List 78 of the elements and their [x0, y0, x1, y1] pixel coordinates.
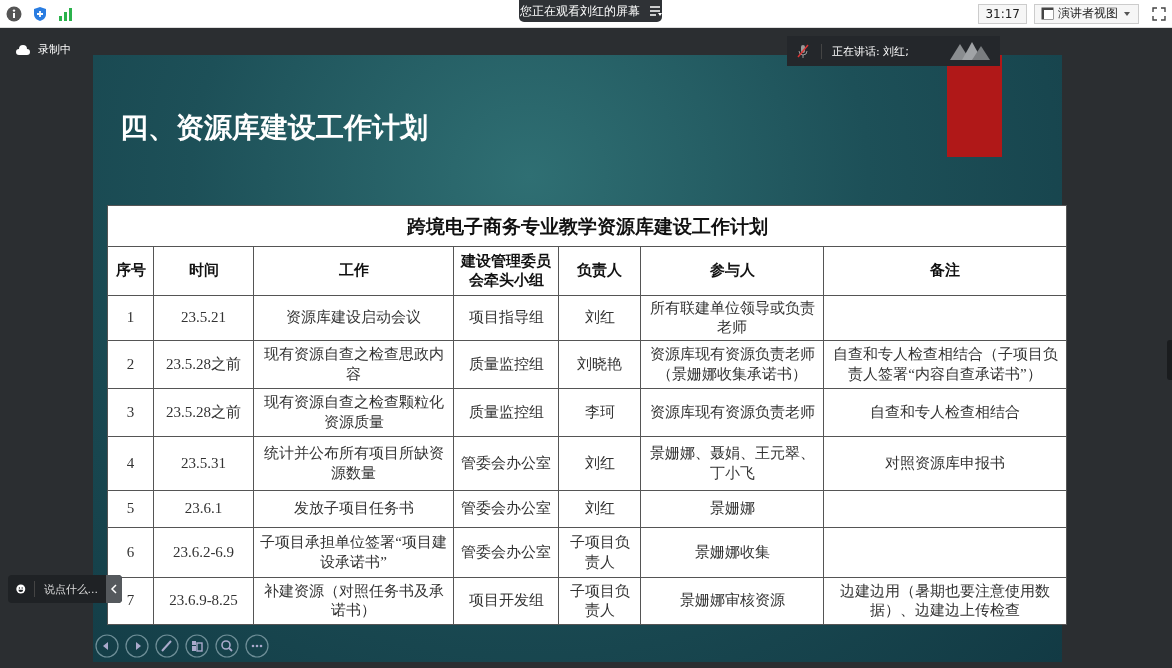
- table-cell: 1: [107, 295, 154, 341]
- table-cell: 项目开发组: [453, 577, 559, 625]
- timer: 31:17: [978, 3, 1027, 24]
- table-cell: 边建边用（暑期也要注意使用数据）、边建边上传检查: [823, 577, 1067, 625]
- muted-microphone-icon: [797, 44, 809, 58]
- speaking-label: 正在讲话: 刘红;: [821, 43, 909, 59]
- table-cell: 23.5.21: [153, 295, 254, 341]
- table-cell: 现有资源自查之检查颗粒化资源质量: [253, 388, 454, 437]
- column-header: 建设管理委员会牵头小组: [453, 246, 559, 296]
- table-cell: 资源库现有资源负责老师（景姗娜收集承诺书）: [640, 340, 824, 389]
- column-header: 工作: [253, 246, 454, 296]
- more-icon[interactable]: [245, 634, 269, 658]
- table-cell: 自查和专人检查相结合（子项目负责人签署“内容自查承诺书”）: [823, 340, 1067, 389]
- fullscreen-icon[interactable]: [1152, 6, 1166, 21]
- table-cell: 景姗娜、聂娟、王元翠、丁小飞: [640, 436, 824, 491]
- table-cell: 项目指导组: [453, 295, 559, 341]
- table-cell: 统计并公布所有项目所缺资源数量: [253, 436, 454, 491]
- table-cell: 23.6.9-8.25: [153, 577, 254, 625]
- table-cell: 所有联建单位领导或负责老师: [640, 295, 824, 341]
- column-header: 参与人: [640, 246, 824, 296]
- smiley-icon[interactable]: [16, 582, 26, 596]
- column-header: 时间: [153, 246, 254, 296]
- table-cell: 李珂: [558, 388, 641, 437]
- table-cell: 23.5.28之前: [153, 340, 254, 389]
- previous-icon[interactable]: [95, 634, 119, 658]
- table-cell: 补建资源（对照任务书及承诺书）: [253, 577, 454, 625]
- table-cell: 刘红: [558, 295, 641, 341]
- presenter-view-button[interactable]: 演讲者视图: [1034, 3, 1139, 24]
- table-cell: 自查和专人检查相结合: [823, 388, 1067, 437]
- column-header: 序号: [107, 246, 154, 296]
- caret-icon: [1122, 9, 1132, 18]
- pen-icon[interactable]: [155, 634, 179, 658]
- table-cell: 发放子项目任务书: [253, 490, 454, 528]
- slide-title: 四、资源库建设工作计划: [120, 111, 428, 144]
- table-cell: 现有资源自查之检查思政内容: [253, 340, 454, 389]
- table-cell: 刘红: [558, 490, 641, 528]
- chat-input-field[interactable]: 说点什么...: [33, 581, 106, 597]
- table-cell: 3: [107, 388, 154, 437]
- menu-icon[interactable]: [649, 6, 662, 16]
- info-icon[interactable]: [6, 5, 22, 22]
- table-cell: 景姗娜审核资源: [640, 577, 824, 625]
- table-cell: 景姗娜: [640, 490, 824, 528]
- table-cell: 子项目负责人: [558, 577, 641, 625]
- table-cell: 资源库现有资源负责老师: [640, 388, 824, 437]
- table-cell: 23.5.31: [153, 436, 254, 491]
- column-header: 负责人: [558, 246, 641, 296]
- table-cell: 质量监控组: [453, 340, 559, 389]
- cloud-icon: [16, 44, 30, 55]
- chevron-left-icon: [109, 584, 118, 594]
- table-cell: 管委会办公室: [453, 527, 559, 578]
- table-cell: 5: [107, 490, 154, 528]
- table-caption: 跨境电子商务专业教学资源库建设工作计划: [107, 205, 1067, 247]
- zoom-icon[interactable]: [215, 634, 239, 658]
- table-cell: 23.5.28之前: [153, 388, 254, 437]
- table-cell: 4: [107, 436, 154, 491]
- layout-icon: [1041, 7, 1054, 20]
- table-cell: 子项目承担单位签署“项目建设承诺书”: [253, 527, 454, 578]
- table-cell: 2: [107, 340, 154, 389]
- table-cell: 对照资源库申报书: [823, 436, 1067, 491]
- table-cell: 管委会办公室: [453, 436, 559, 491]
- layout-icon[interactable]: [185, 634, 209, 658]
- table-cell: 刘红: [558, 436, 641, 491]
- collapse-button[interactable]: [105, 575, 122, 603]
- column-header: 备注: [823, 246, 1067, 296]
- table-cell: 23.6.1: [153, 490, 254, 528]
- table-cell: 刘晓艳: [558, 340, 641, 389]
- table-cell: 23.6.2-6.9: [153, 527, 254, 578]
- banner-text: 您正在观看刘红的屏幕: [519, 2, 640, 20]
- table-cell: 管委会办公室: [453, 490, 559, 528]
- shield-icon[interactable]: [32, 5, 48, 22]
- table-cell: 景姗娜收集: [640, 527, 824, 578]
- table-cell: 质量监控组: [453, 388, 559, 437]
- table-cell: 资源库建设启动会议: [253, 295, 454, 341]
- signal-icon[interactable]: [58, 5, 74, 22]
- peaks-icon: [950, 40, 990, 60]
- recording-label: 录制中: [38, 42, 71, 57]
- next-icon[interactable]: [125, 634, 149, 658]
- table-cell: 子项目负责人: [558, 527, 641, 578]
